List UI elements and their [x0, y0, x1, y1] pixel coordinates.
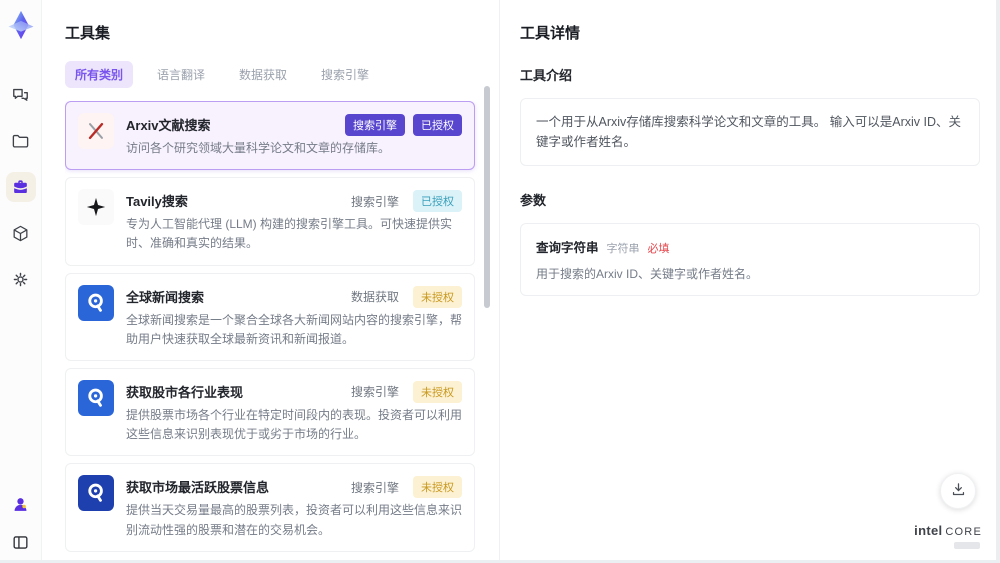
download-icon	[950, 481, 967, 501]
tab-搜索引擎[interactable]: 搜索引擎	[311, 61, 379, 88]
category-label: 数据获取	[350, 290, 399, 305]
tool-description: 访问各个研究领域大量科学论文和文章的存储库。	[126, 141, 391, 155]
category-label: 搜索引擎	[350, 385, 399, 400]
folder-icon	[11, 132, 30, 151]
tool-badges: 数据获取 未授权	[350, 285, 462, 308]
tool-badges: 搜索引擎 未授权	[350, 476, 462, 499]
news-search-icon	[78, 475, 114, 512]
tab-语言翻译[interactable]: 语言翻译	[147, 61, 215, 88]
sidebar-item-chat[interactable]	[6, 80, 36, 110]
tool-list: Arxiv文献搜索 访问各个研究领域大量科学论文和文章的存储库。 搜索引擎 已授权 Ta…	[65, 101, 499, 553]
tavily-icon	[78, 189, 114, 226]
param-description: 用于搜索的Arxiv ID、关键字或作者姓名。	[536, 267, 759, 281]
tab-数据获取[interactable]: 数据获取	[229, 61, 297, 88]
tool-description: 提供股票市场各个行业在特定时间段内的表现。投资者可以利用这些信息来识别表现优于或…	[126, 407, 463, 442]
param-type: 字符串	[606, 243, 640, 255]
sidebar-item-settings[interactable]	[6, 264, 36, 294]
cube-icon	[11, 224, 30, 243]
sidebar-item-profile[interactable]	[8, 491, 34, 517]
news-search-icon	[78, 284, 114, 321]
panel-toggle-icon	[11, 533, 30, 552]
sidebar-item-panel[interactable]	[8, 529, 34, 555]
tool-description: 提供当天交易量最高的股票列表，投资者可以利用这些信息来识别流动性强的股票和潜在的…	[126, 503, 463, 537]
params-section-title: 参数	[520, 193, 547, 208]
tools-panel: 工具集 所有类别 语言翻译 数据获取 搜索引擎 Arxiv文献搜索 访问各个研究领域大量…	[42, 0, 500, 563]
tool-card-获取市场最活跃股票信息[interactable]: 获取市场最活跃股票信息 提供当天交易量最高的股票列表，投资者可以利用这些信息来识别…	[65, 463, 475, 552]
arxiv-icon	[78, 113, 114, 149]
tool-card-全球新闻搜索[interactable]: 全球新闻搜索 全球新闻搜索是一个聚合全球各大新闻网站内容的搜索引擎，帮助用户快速获…	[65, 272, 475, 361]
page-title: 工具集	[65, 25, 111, 42]
tool-card-获取股市各行业表现[interactable]: 获取股市各行业表现 提供股票市场各个行业在特定时间段内的表现。投资者可以利用这些信…	[65, 367, 475, 457]
rail-bottom	[8, 491, 34, 555]
category-label: 搜索引擎	[350, 480, 399, 495]
intel-brand-text: intel	[914, 523, 943, 538]
auth-badge: 已授权	[413, 114, 462, 136]
param-card: 查询字符串 字符串 必填 用于搜索的Arxiv ID、关键字或作者姓名。	[520, 223, 980, 296]
param-name: 查询字符串	[536, 241, 599, 255]
chat-icon	[11, 86, 30, 105]
tool-intro-card: 一个用于从Arxiv存储库搜索科学论文和文章的工具。 输入可以是Arxiv ID…	[520, 98, 980, 166]
tool-card-Tavily搜索[interactable]: Tavily搜索 专为人工智能代理 (LLM) 构建的搜索引擎工具。可快速提供实时…	[65, 177, 475, 266]
sidebar-item-tools[interactable]	[5, 172, 36, 202]
tab-所有类别[interactable]: 所有类别	[65, 61, 134, 88]
details-panel: 工具详情 工具介绍 一个用于从Arxiv存储库搜索科学论文和文章的工具。 输入可…	[500, 0, 1000, 563]
sidebar-item-folder[interactable]	[6, 126, 36, 156]
gear-icon	[11, 270, 30, 289]
rail-nav	[5, 80, 36, 294]
category-label: 搜索引擎	[350, 194, 399, 209]
sidebar-item-cube[interactable]	[6, 218, 36, 248]
intro-section-title: 工具介绍	[520, 68, 573, 83]
window-right-edge	[996, 0, 1000, 563]
auth-badge: 未授权	[413, 380, 462, 403]
briefcase-icon	[11, 178, 30, 197]
auth-badge: 未授权	[413, 285, 462, 308]
app-logo-icon[interactable]	[6, 10, 36, 40]
user-icon	[11, 495, 30, 514]
scrollbar[interactable]	[484, 86, 490, 308]
intel-sub-badge	[954, 542, 980, 549]
auth-badge: 已授权	[413, 190, 462, 213]
param-required-badge: 必填	[647, 243, 670, 255]
news-search-icon	[78, 379, 114, 416]
app-window: 工具集 所有类别 语言翻译 数据获取 搜索引擎 Arxiv文献搜索 访问各个研究领域大量…	[0, 0, 1000, 563]
tool-badges: 搜索引擎 已授权	[337, 114, 462, 136]
tool-badges: 搜索引擎 未授权	[350, 380, 462, 403]
auth-badge: 未授权	[413, 476, 462, 499]
tool-card-Arxiv文献搜索[interactable]: Arxiv文献搜索 访问各个研究领域大量科学论文和文章的存储库。 搜索引擎 已授权	[65, 101, 475, 171]
tool-description: 专为人工智能代理 (LLM) 构建的搜索引擎工具。可快速提供实时、准确和真实的结…	[126, 217, 453, 251]
intel-core-logo: intel core	[914, 522, 982, 549]
tool-description: 全球新闻搜索是一个聚合全球各大新闻网站内容的搜索引擎，帮助用户快速获取全球最新资…	[126, 312, 463, 346]
category-tabs: 所有类别 语言翻译 数据获取 搜索引擎	[65, 61, 499, 88]
category-badge: 搜索引擎	[345, 114, 405, 136]
download-button[interactable]	[940, 473, 976, 509]
details-title: 工具详情	[520, 25, 581, 42]
param-head: 查询字符串 字符串 必填	[536, 237, 964, 256]
tool-badges: 搜索引擎 已授权	[350, 190, 462, 213]
tool-intro-text: 一个用于从Arxiv存储库搜索科学论文和文章的工具。 输入可以是Arxiv ID…	[536, 115, 962, 149]
core-brand-text: core	[945, 526, 982, 538]
left-rail	[0, 0, 42, 563]
